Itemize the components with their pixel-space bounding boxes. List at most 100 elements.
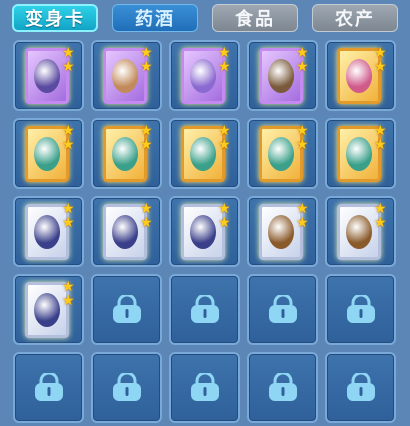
beast-portrait-icon	[34, 293, 60, 327]
inventory-slot-card[interactable]: ★ ★	[13, 118, 84, 189]
star-icon: ★	[62, 201, 75, 217]
star-rating: ★ ★	[374, 202, 390, 230]
rabbit-dancer-portrait-icon	[190, 137, 216, 171]
lock-icon	[268, 372, 297, 401]
star-icon: ★	[62, 59, 75, 75]
star-icon: ★	[296, 201, 309, 217]
bear-portrait-icon	[268, 215, 294, 249]
inventory-slot-card[interactable]: ★ ★	[13, 274, 84, 345]
inventory-slot-locked[interactable]	[91, 274, 162, 345]
inventory-slot-card[interactable]: ★ ★	[325, 196, 396, 267]
star-rating: ★ ★	[374, 46, 390, 74]
star-rating: ★ ★	[140, 202, 156, 230]
inventory-slot-card[interactable]: ★ ★	[169, 118, 240, 189]
fairy-portrait-icon	[346, 59, 372, 93]
star-icon: ★	[374, 45, 387, 61]
inventory-slot-locked[interactable]	[247, 352, 318, 423]
inventory-slot-locked[interactable]	[169, 352, 240, 423]
inventory-slot-card[interactable]: ★ ★	[91, 40, 162, 111]
inventory-slot-card[interactable]: ★ ★	[91, 196, 162, 267]
inventory-slot-card[interactable]: ★ ★	[325, 40, 396, 111]
lock-icon	[190, 294, 219, 323]
star-icon: ★	[62, 123, 75, 139]
star-rating: ★ ★	[140, 46, 156, 74]
star-rating: ★ ★	[140, 124, 156, 152]
star-rating: ★ ★	[296, 202, 312, 230]
inventory-slot-card[interactable]: ★ ★	[325, 118, 396, 189]
star-icon: ★	[218, 123, 231, 139]
beast-portrait-icon	[112, 215, 138, 249]
star-icon: ★	[218, 45, 231, 61]
tab-transform-card[interactable]: 变身卡	[12, 4, 98, 32]
beast-portrait-icon	[190, 215, 216, 249]
star-icon: ★	[296, 123, 309, 139]
inventory-slot-card[interactable]: ★ ★	[91, 118, 162, 189]
star-icon: ★	[62, 293, 75, 309]
star-icon: ★	[296, 137, 309, 153]
lock-icon	[268, 294, 297, 323]
lock-icon	[346, 294, 375, 323]
star-rating: ★ ★	[62, 280, 78, 308]
inventory-slot-card[interactable]: ★ ★	[169, 40, 240, 111]
star-icon: ★	[140, 137, 153, 153]
inventory-slot-card[interactable]: ★ ★	[247, 40, 318, 111]
star-rating: ★ ★	[218, 124, 234, 152]
lock-icon	[112, 372, 141, 401]
inventory-slot-locked[interactable]	[247, 274, 318, 345]
inventory-slot-card[interactable]: ★ ★	[13, 196, 84, 267]
star-icon: ★	[296, 215, 309, 231]
star-icon: ★	[296, 45, 309, 61]
star-icon: ★	[62, 215, 75, 231]
rabbit-dancer-portrait-icon	[268, 137, 294, 171]
star-icon: ★	[218, 215, 231, 231]
star-icon: ★	[62, 45, 75, 61]
rabbit-dancer-portrait-icon	[112, 137, 138, 171]
rabbit-dancer-portrait-icon	[346, 137, 372, 171]
star-icon: ★	[140, 215, 153, 231]
star-icon: ★	[374, 123, 387, 139]
star-icon: ★	[374, 201, 387, 217]
inventory-slot-locked[interactable]	[13, 352, 84, 423]
star-icon: ★	[140, 201, 153, 217]
star-rating: ★ ★	[296, 124, 312, 152]
tab-farm-produce[interactable]: 农产	[312, 4, 398, 32]
bear-portrait-icon	[346, 215, 372, 249]
tab-medicine-wine[interactable]: 药酒	[112, 4, 198, 32]
star-icon: ★	[374, 137, 387, 153]
star-icon: ★	[218, 137, 231, 153]
star-icon: ★	[218, 201, 231, 217]
lock-icon	[34, 372, 63, 401]
inventory-slot-card[interactable]: ★ ★	[247, 196, 318, 267]
star-icon: ★	[140, 59, 153, 75]
inventory-slot-locked[interactable]	[325, 274, 396, 345]
rabbit-dancer-portrait-icon	[34, 137, 60, 171]
star-rating: ★ ★	[296, 46, 312, 74]
star-icon: ★	[374, 59, 387, 75]
star-rating: ★ ★	[218, 202, 234, 230]
inventory-slot-locked[interactable]	[325, 352, 396, 423]
warrior-portrait-icon	[268, 59, 294, 93]
tab-bar: 变身卡 药酒 食品 农产	[0, 0, 410, 40]
star-icon: ★	[62, 137, 75, 153]
star-rating: ★ ★	[374, 124, 390, 152]
inventory-slot-locked[interactable]	[91, 352, 162, 423]
star-icon: ★	[140, 45, 153, 61]
tab-food[interactable]: 食品	[212, 4, 298, 32]
star-icon: ★	[140, 123, 153, 139]
lock-icon	[190, 372, 219, 401]
lock-icon	[112, 294, 141, 323]
star-rating: ★ ★	[62, 46, 78, 74]
lock-icon	[346, 372, 375, 401]
star-rating: ★ ★	[218, 46, 234, 74]
star-rating: ★ ★	[62, 202, 78, 230]
inventory-slot-card[interactable]: ★ ★	[247, 118, 318, 189]
spirit-portrait-icon	[190, 59, 216, 93]
star-icon: ★	[62, 279, 75, 295]
inventory-slot-locked[interactable]	[169, 274, 240, 345]
beast-portrait-icon	[34, 215, 60, 249]
star-icon: ★	[218, 59, 231, 75]
inventory-slot-card[interactable]: ★ ★	[13, 40, 84, 111]
star-icon: ★	[296, 59, 309, 75]
inventory-slot-card[interactable]: ★ ★	[169, 196, 240, 267]
monkey-portrait-icon	[112, 59, 138, 93]
